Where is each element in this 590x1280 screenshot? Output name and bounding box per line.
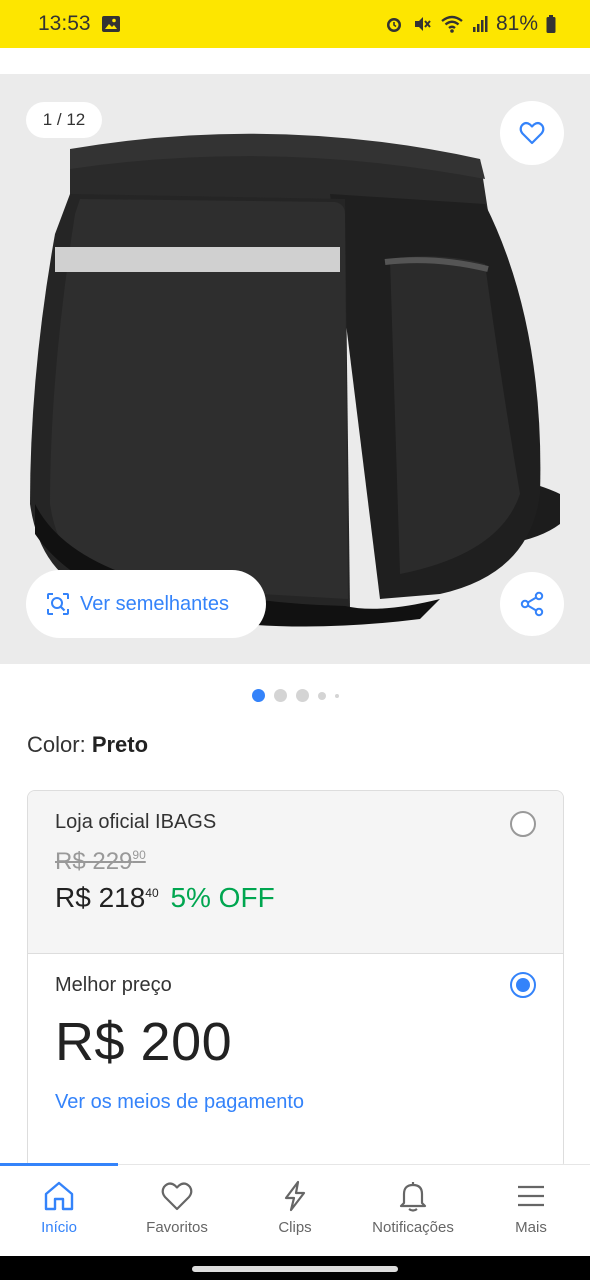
color-selection: Color: Preto	[27, 732, 148, 758]
nav-label-favorites: Favoritos	[146, 1219, 208, 1236]
signal-icon	[472, 16, 488, 32]
pagination-dot	[317, 691, 326, 700]
nav-label-notifications: Notificações	[372, 1219, 454, 1236]
offer-best-price[interactable]: Melhor preço R$ 200 Ver os meios de paga…	[28, 954, 563, 1169]
favorite-button[interactable]	[500, 101, 564, 165]
product-image-gallery[interactable]: 1 / 12 Ver semelhantes	[0, 74, 590, 664]
pagination-dot	[295, 689, 309, 702]
best-price-label: Melhor preço	[55, 974, 172, 996]
offer-official-radio[interactable]	[510, 811, 536, 837]
nav-label-more: Mais	[515, 1219, 547, 1236]
home-gesture-handle[interactable]	[192, 1266, 398, 1272]
pagination-dot-active	[251, 689, 265, 702]
bell-icon	[399, 1182, 427, 1212]
gesture-bar	[0, 1256, 590, 1280]
header-spacer	[0, 48, 590, 74]
mute-icon	[414, 17, 431, 31]
wifi-icon	[441, 15, 463, 33]
offer-seller-name: Loja oficial IBAGS	[55, 811, 217, 833]
see-similar-label: Ver semelhantes	[80, 592, 229, 615]
menu-icon	[518, 1185, 544, 1207]
share-button[interactable]	[500, 572, 564, 636]
visual-search-icon	[47, 593, 69, 615]
offer-options: Loja oficial IBAGS R$ 22990 R$ 21840 5% …	[27, 790, 564, 1170]
nav-item-home[interactable]: Início	[0, 1165, 118, 1256]
pagination-dot	[273, 689, 287, 702]
heart-outline-icon	[519, 121, 545, 145]
heart-icon	[161, 1182, 193, 1211]
discount-badge: 5% OFF	[170, 882, 275, 913]
share-icon	[520, 591, 544, 617]
status-bar: 13:53 81%	[0, 0, 590, 48]
nav-label-clips: Clips	[278, 1219, 312, 1236]
status-time: 13:53	[38, 12, 91, 35]
see-similar-button[interactable]: Ver semelhantes	[26, 570, 266, 638]
home-icon	[44, 1181, 74, 1211]
color-label: Color:	[27, 732, 86, 757]
battery-percent: 81%	[495, 12, 538, 35]
offer-old-price: R$ 22990	[55, 848, 146, 875]
lightning-icon	[284, 1180, 306, 1212]
color-value: Preto	[91, 732, 149, 757]
battery-icon	[546, 15, 556, 33]
nav-item-notifications[interactable]: Notificações	[354, 1165, 472, 1256]
alarm-icon	[386, 18, 401, 32]
image-counter: 1 / 12	[26, 102, 102, 138]
bottom-navigation: Início Favoritos Clips Notificações Mais	[0, 1163, 590, 1256]
gallery-pagination-dots	[0, 689, 590, 702]
nav-item-favorites[interactable]: Favoritos	[118, 1165, 236, 1256]
nav-item-clips[interactable]: Clips	[236, 1165, 354, 1256]
offer-best-radio[interactable]	[510, 972, 536, 998]
nav-active-indicator	[0, 1163, 118, 1166]
offer-official-store[interactable]: Loja oficial IBAGS R$ 22990 R$ 21840 5% …	[28, 791, 563, 954]
nav-item-more[interactable]: Mais	[472, 1165, 590, 1256]
offer-current-price: R$ 21840 5% OFF	[55, 882, 275, 913]
pagination-dot	[334, 693, 339, 698]
payment-methods-link[interactable]: Ver os meios de pagamento	[55, 1091, 536, 1114]
nav-label-home: Início	[41, 1219, 77, 1236]
image-notification-icon	[101, 16, 120, 32]
best-price-value: R$ 200	[55, 1012, 233, 1072]
